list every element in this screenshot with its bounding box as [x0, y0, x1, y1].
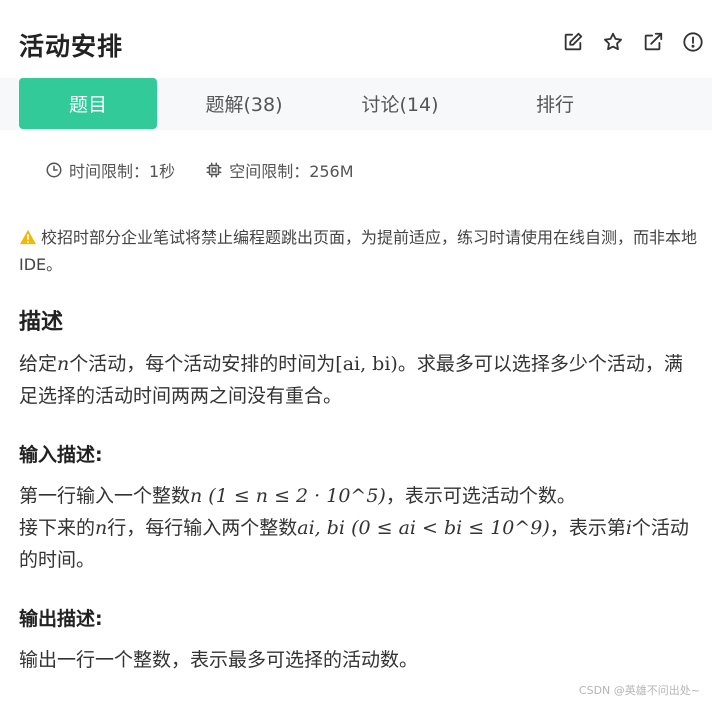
watermark: CSDN @英雄不问出处~ — [578, 684, 700, 697]
clock-icon — [46, 162, 62, 178]
input-line-2: 接下来的n行，每行输入两个整数ai, bi (0 ≤ ai < bi ≤ 10^… — [19, 517, 689, 571]
memory-limit: 空间限制：256M — [205, 158, 354, 182]
input-description: 第一行输入一个整数n (1 ≤ n ≤ 2 · 10^5)，表示可选活动个数。 … — [19, 480, 699, 576]
header-actions — [562, 31, 704, 53]
interval-math: [ai, bi) — [335, 353, 398, 375]
input-line-1: 第一行输入一个整数n (1 ≤ n ≤ 2 · 10^5)，表示可选活动个数。 — [19, 485, 576, 507]
problem-header: 活动安排 — [0, 0, 712, 78]
input-ab-vars: ai, bi — [297, 517, 346, 539]
time-limit: 时间限制：1秒 — [45, 158, 175, 182]
tab-bar: 题目 题解(38) 讨论(14) 排行 — [0, 78, 712, 130]
tab-problem[interactable]: 题目 — [19, 78, 157, 129]
memory-limit-text: 空间限制：256M — [229, 162, 354, 181]
var-n: n — [57, 353, 70, 375]
input-ab-range: (0 ≤ ai < bi ≤ 10^9) — [351, 517, 550, 539]
warning-icon — [20, 229, 36, 245]
open-external-icon[interactable] — [642, 31, 664, 53]
chip-icon — [206, 162, 222, 178]
description-heading: 描述 — [19, 310, 64, 335]
time-limit-text: 时间限制：1秒 — [69, 162, 176, 181]
tab-solutions[interactable]: 题解(38) — [165, 78, 323, 129]
star-icon[interactable] — [602, 31, 624, 53]
tab-ranking[interactable]: 排行 — [490, 78, 620, 129]
exam-notice: 校招时部分企业笔试将禁止编程题跳出页面，为提前适应，练习时请使用在线自测，而非本… — [19, 224, 699, 278]
description-text: 给定n个活动，每个活动安排的时间为[ai, bi)。求最多可以选择多少个活动，满… — [19, 353, 683, 407]
report-icon[interactable] — [682, 31, 704, 53]
notice-text: 校招时部分企业笔试将禁止编程题跳出页面，为提前适应，练习时请使用在线自测，而非本… — [19, 228, 698, 274]
input-heading: 输入描述: — [19, 444, 103, 466]
input-n-range: n (1 ≤ n ≤ 2 · 10^5) — [190, 485, 386, 507]
problem-title: 活动安排 — [19, 32, 124, 61]
output-heading: 输出描述: — [19, 608, 103, 630]
output-description: 输出一行一个整数，表示最多可选择的活动数。 — [19, 649, 419, 671]
problem-limits: 时间限制：1秒 空间限制：256M — [45, 158, 354, 182]
tab-discussion[interactable]: 讨论(14) — [320, 78, 480, 129]
edit-icon[interactable] — [562, 31, 584, 53]
